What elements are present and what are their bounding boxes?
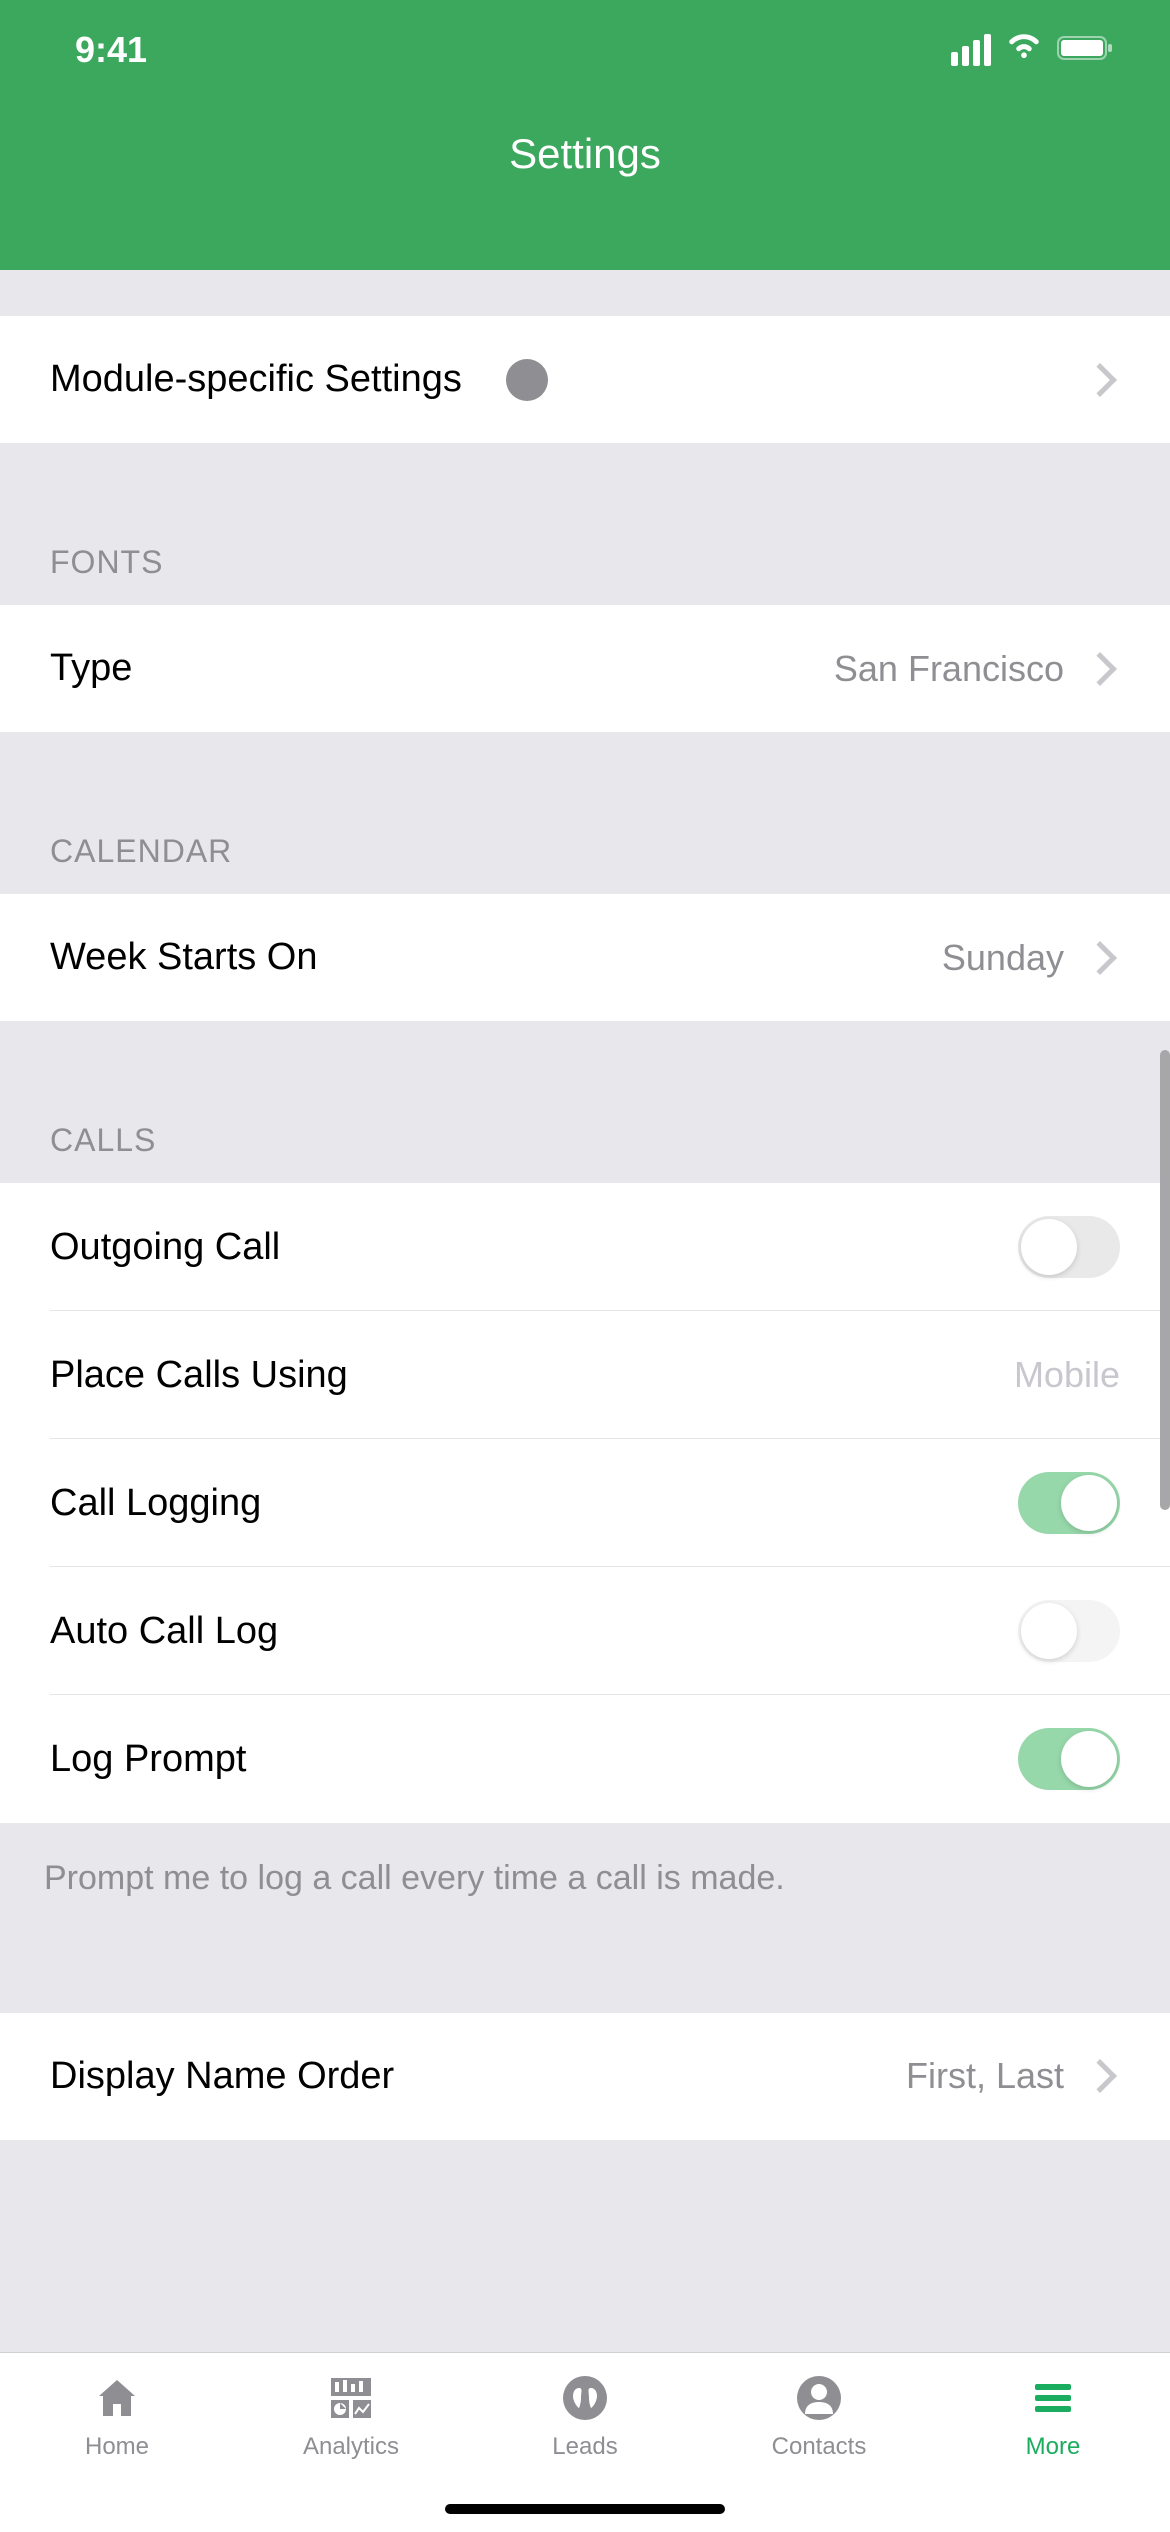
row-value: Sunday [942,937,1064,979]
leads-icon [558,2371,612,2425]
row-label: Outgoing Call [50,1226,1018,1269]
tab-more[interactable]: More [936,2353,1170,2532]
row-label: Module-specific Settings [50,358,462,401]
row-label: Call Logging [50,1482,1018,1525]
chevron-right-icon [1083,2059,1117,2093]
chevron-right-icon [1083,652,1117,686]
status-bar: 9:41 [0,0,1170,100]
section-footer-text: Prompt me to log a call every time a cal… [0,1823,1170,1935]
place-calls-row[interactable]: Place Calls Using Mobile [0,1311,1170,1439]
week-starts-row[interactable]: Week Starts On Sunday [0,894,1170,1022]
home-indicator[interactable] [445,2504,725,2514]
chevron-right-icon [1083,363,1117,397]
scroll-indicator[interactable] [1160,1050,1170,1510]
calls-section-header: CALLS [0,1022,1170,1183]
call-logging-row: Call Logging [0,1439,1170,1567]
fonts-section-header: FONTS [0,444,1170,605]
outgoing-call-row: Outgoing Call [0,1183,1170,1311]
tab-label: Home [85,2433,149,2461]
module-specific-settings-row[interactable]: Module-specific Settings [0,316,1170,444]
status-icons [951,34,1115,67]
status-time: 9:41 [75,29,147,71]
analytics-icon [324,2371,378,2425]
log-prompt-toggle[interactable] [1018,1728,1120,1790]
tab-contacts[interactable]: Contacts [702,2353,936,2532]
outgoing-call-toggle[interactable] [1018,1216,1120,1278]
wifi-icon [1005,34,1043,67]
row-value: Mobile [1014,1354,1120,1396]
call-logging-toggle[interactable] [1018,1472,1120,1534]
header: Settings [0,100,1170,270]
row-label: Auto Call Log [50,1610,1018,1653]
row-label: Week Starts On [50,936,942,979]
row-label: Place Calls Using [50,1354,1014,1397]
row-value: San Francisco [834,648,1064,690]
tab-home[interactable]: Home [0,2353,234,2532]
more-icon [1026,2371,1080,2425]
row-label: Type [50,647,834,690]
tab-label: Leads [552,2433,617,2461]
chevron-right-icon [1083,941,1117,975]
log-prompt-row: Log Prompt [0,1695,1170,1823]
font-type-row[interactable]: Type San Francisco [0,605,1170,733]
auto-call-log-row: Auto Call Log [0,1567,1170,1695]
row-value: First, Last [906,2055,1064,2097]
display-name-order-row[interactable]: Display Name Order First, Last [0,2013,1170,2141]
tab-label: Contacts [772,2433,867,2461]
content-area: Module-specific Settings FONTS Type San … [0,270,1170,2141]
signal-icon [951,34,991,66]
page-title: Settings [509,130,661,178]
contacts-icon [792,2371,846,2425]
calendar-section-header: CALENDAR [0,733,1170,894]
row-label: Display Name Order [50,2055,906,2098]
tab-analytics[interactable]: Analytics [234,2353,468,2532]
tab-label: Analytics [303,2433,399,2461]
battery-icon [1057,34,1115,67]
row-label: Log Prompt [50,1738,1018,1781]
badge-dot-icon [506,359,548,401]
auto-call-log-toggle[interactable] [1018,1600,1120,1662]
home-icon [90,2371,144,2425]
tab-label: More [1026,2433,1081,2461]
